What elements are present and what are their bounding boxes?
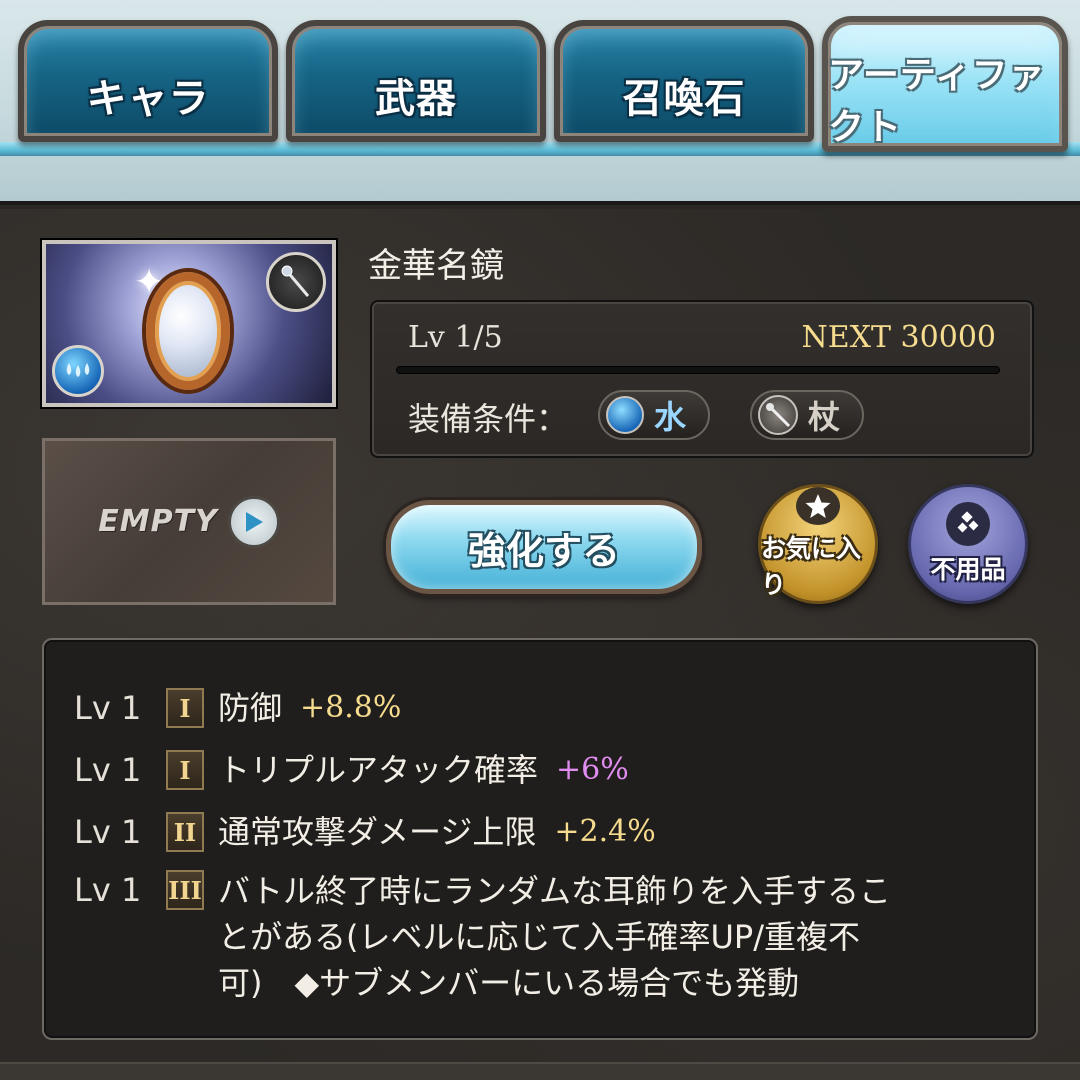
skills-list: Lv 1 I 防御 +8.8% Lv 1 I トリプルアタック確率 +6% Lv… bbox=[42, 638, 1038, 1040]
next-exp-text: NEXT 30000 bbox=[801, 320, 997, 355]
junk-label: 不用品 bbox=[930, 555, 1006, 584]
upgrade-button[interactable]: 強化する bbox=[386, 500, 702, 594]
tab-summon[interactable]: 召喚石 bbox=[554, 20, 814, 142]
mirror-artwork bbox=[146, 272, 230, 390]
condition-weapon-pill: 杖 bbox=[750, 390, 865, 440]
skill-description-line: 可) ◆サブメンバーにいる場合でも発動 bbox=[218, 964, 800, 1002]
artifact-name: 金華名鏡 bbox=[368, 246, 504, 286]
tab-artifact[interactable]: アーティファクト bbox=[822, 16, 1068, 152]
equip-condition-label: 装備条件： bbox=[408, 400, 569, 438]
bottom-strip bbox=[0, 1062, 1080, 1080]
skill-value: +6% bbox=[556, 752, 629, 787]
condition-weapon-text: 杖 bbox=[808, 398, 841, 436]
skill-level: Lv 1 bbox=[74, 813, 142, 851]
empty-label: EMPTY bbox=[98, 504, 218, 539]
junk-button[interactable]: 不用品 bbox=[908, 484, 1028, 604]
skill-row: Lv 1 I 防御 +8.8% bbox=[74, 686, 401, 730]
skill-description-line: バトル終了時にランダムな耳飾りを入手するこ bbox=[218, 872, 891, 910]
skill-value: +8.8% bbox=[300, 690, 402, 725]
exp-bar bbox=[396, 366, 1000, 374]
artifact-status-box: Lv 1/5 NEXT 30000 装備条件： 水 杖 bbox=[370, 300, 1034, 458]
star-icon bbox=[796, 487, 840, 525]
empty-slot-button[interactable]: EMPTY bbox=[42, 438, 336, 605]
skill-name: 防御 bbox=[218, 689, 283, 727]
favorite-button[interactable]: お気に入り bbox=[758, 484, 878, 604]
tab-label: アーティファクト bbox=[828, 55, 1046, 148]
skill-name: トリプルアタック確率 bbox=[218, 751, 539, 789]
skill-row: Lv 1 III バトル終了時にランダムな耳飾りを入手するこ とがある(レベルに… bbox=[74, 868, 998, 1006]
skill-name: 通常攻撃ダメージ上限 bbox=[218, 813, 537, 851]
skill-description: バトル終了時にランダムな耳飾りを入手するこ とがある(レベルに応じて入手確率UP… bbox=[218, 868, 998, 1006]
water-icon bbox=[52, 345, 104, 397]
tier-badge: II bbox=[166, 812, 204, 852]
junk-icon bbox=[946, 502, 990, 546]
condition-element-text: 水 bbox=[654, 398, 687, 436]
water-icon bbox=[606, 396, 644, 434]
tab-weapon[interactable]: 武器 bbox=[286, 20, 546, 142]
favorite-label: お気に入り bbox=[761, 534, 862, 599]
tab-label: キャラ bbox=[86, 76, 210, 122]
tier-badge: I bbox=[166, 688, 204, 728]
category-tab-bar: キャラ 武器 召喚石 アーティファクト bbox=[0, 0, 1080, 205]
condition-element-pill: 水 bbox=[598, 390, 711, 440]
artifact-image: ✦ bbox=[42, 240, 336, 407]
staff-icon bbox=[758, 395, 798, 435]
skill-value: +2.4% bbox=[554, 814, 656, 849]
tab-label: 召喚石 bbox=[622, 76, 746, 122]
play-icon bbox=[227, 495, 280, 548]
skill-row: Lv 1 II 通常攻撃ダメージ上限 +2.4% bbox=[74, 810, 656, 854]
tier-badge: III bbox=[166, 870, 204, 910]
tab-character[interactable]: キャラ bbox=[18, 20, 278, 142]
upgrade-button-label: 強化する bbox=[467, 528, 620, 573]
tier-badge: I bbox=[166, 750, 204, 790]
staff-icon bbox=[266, 252, 326, 312]
skill-row: Lv 1 I トリプルアタック確率 +6% bbox=[74, 748, 629, 792]
level-text: Lv 1/5 bbox=[408, 320, 503, 355]
tab-label: 武器 bbox=[375, 76, 457, 122]
skill-description-line: とがある(レベルに応じて入手確率UP/重複不 bbox=[218, 918, 860, 956]
skill-level: Lv 1 bbox=[74, 689, 142, 727]
skill-level: Lv 1 bbox=[74, 751, 142, 789]
skill-level: Lv 1 bbox=[74, 871, 142, 909]
